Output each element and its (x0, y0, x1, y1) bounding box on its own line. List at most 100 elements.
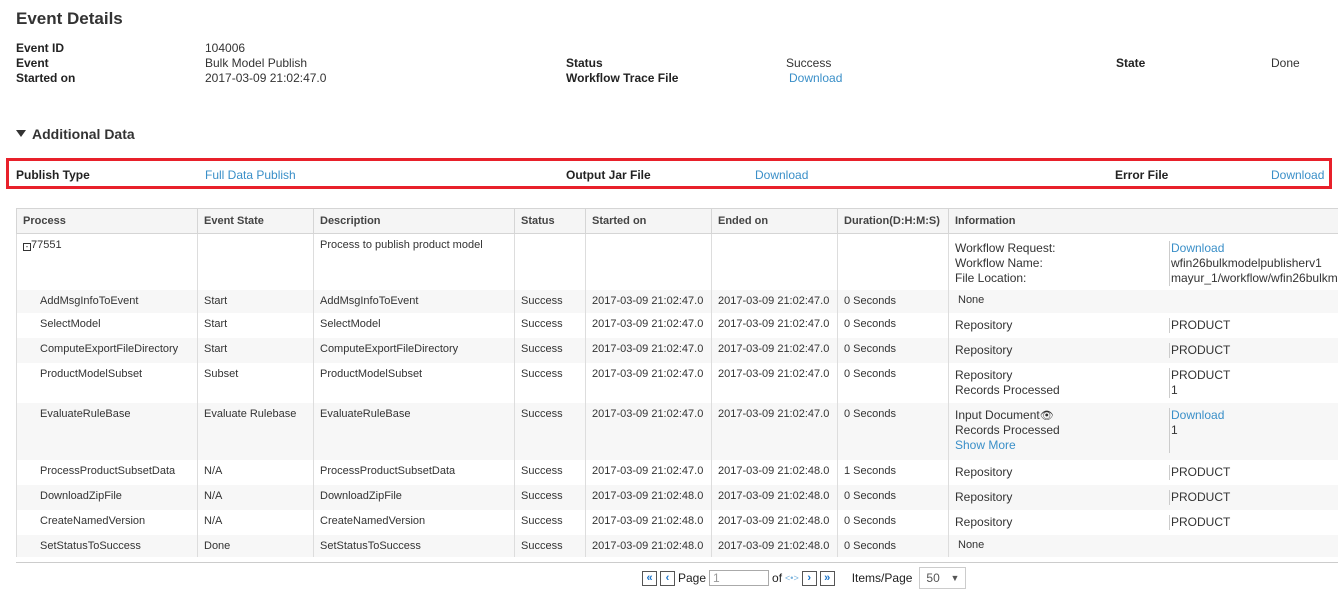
collapse-minus-icon[interactable]: - (23, 243, 31, 251)
info-value: 1 (1171, 382, 1178, 397)
info-download-link[interactable]: Download (1171, 241, 1338, 256)
ended-on: 2017-03-09 21:02:47.0 (711, 402, 838, 460)
process-name: ProductModelSubset (16, 362, 198, 403)
info-value: PRODUCT (1171, 464, 1231, 479)
info-key: Input Document (955, 407, 1040, 422)
table-row[interactable]: DownloadZipFile N/A DownloadZipFile Succ… (16, 484, 1338, 510)
table-bottom-border (16, 562, 1338, 563)
trace-download-link[interactable]: Download (789, 71, 842, 85)
started-on: 2017-03-09 21:02:47.0 (585, 312, 712, 338)
process-name: CreateNamedVersion (16, 509, 198, 535)
event-state: N/A (197, 484, 314, 510)
info-none: None (958, 293, 985, 306)
additional-data-toggle[interactable]: Additional Data (16, 126, 135, 142)
table-row-parent: -77551 Process to publish product model … (16, 233, 1338, 290)
column-header: Started on (585, 208, 712, 234)
column-header: Description (313, 208, 515, 234)
collapse-triangle-icon (16, 130, 26, 137)
started-on: 2017-03-09 21:02:47.0 (585, 337, 712, 363)
process-name: AddMsgInfoToEvent (16, 289, 198, 313)
column-header: Ended on (711, 208, 838, 234)
items-per-page-value: 50 (926, 571, 940, 585)
page-label: Page (678, 571, 707, 585)
items-per-page-label: Items/Page (851, 571, 913, 585)
state-value: Done (1271, 56, 1300, 70)
table-row[interactable]: SelectModel Start SelectModel Success 20… (16, 312, 1338, 338)
event-state: Subset (197, 362, 314, 403)
description: CreateNamedVersion (313, 509, 515, 535)
info-value: PRODUCT (1171, 489, 1231, 504)
info-value: PRODUCT (1171, 514, 1231, 529)
show-more-link[interactable]: Show More (955, 438, 1169, 453)
state-label: State (1116, 56, 1146, 70)
info-key: Repository (955, 367, 1013, 382)
status: Success (514, 402, 586, 460)
duration: 0 Seconds (837, 337, 949, 363)
duration: 0 Seconds (837, 484, 949, 510)
jar-download-link[interactable]: Download (755, 168, 808, 182)
description: EvaluateRuleBase (313, 402, 515, 460)
started-on: 2017-03-09 21:02:47.0 (585, 402, 712, 460)
first-page-button[interactable]: « (642, 570, 657, 586)
status: Success (514, 459, 586, 485)
process-table: Process Event State Description Status Start… (16, 208, 1338, 557)
event-state: Evaluate Rulebase (197, 402, 314, 460)
prev-page-button[interactable]: ‹ (660, 570, 675, 586)
status: Success (514, 362, 586, 403)
started-on: 2017-03-09 21:02:47.0 (585, 459, 712, 485)
started-on: 2017-03-09 21:02:48.0 (585, 509, 712, 535)
info-key: Repository (955, 514, 1013, 529)
info-key: File Location: (955, 271, 1027, 285)
duration: 0 Seconds (837, 534, 949, 557)
table-row[interactable]: AddMsgInfoToEvent Start AddMsgInfoToEven… (16, 289, 1338, 313)
table-row[interactable]: EvaluateRuleBase Evaluate Rulebase Evalu… (16, 402, 1338, 460)
table-row[interactable]: ComputeExportFileDirectory Start Compute… (16, 337, 1338, 363)
info-value: PRODUCT (1171, 317, 1231, 332)
process-id: 77551 (31, 239, 62, 251)
eye-icon[interactable]: 👁 (1040, 410, 1054, 422)
process-name: SelectModel (16, 312, 198, 338)
table-row[interactable]: SetStatusToSuccess Done SetStatusToSucce… (16, 534, 1338, 557)
description: SelectModel (313, 312, 515, 338)
info-value: PRODUCT (1171, 342, 1231, 357)
items-per-page-select[interactable]: 50 ▼ (919, 567, 967, 589)
info-key: Records Processed (955, 422, 1060, 437)
event-state: Start (197, 289, 314, 313)
next-page-button[interactable]: › (801, 570, 817, 586)
duration: 0 Seconds (837, 509, 949, 535)
info-none: None (958, 538, 985, 551)
table-row[interactable]: CreateNamedVersion N/A CreateNamedVersio… (16, 509, 1338, 535)
dropdown-arrow-icon: ▼ (950, 573, 960, 583)
event-state: Done (197, 534, 314, 557)
publish-type-link[interactable]: Full Data Publish (205, 168, 296, 182)
column-header: Process (16, 208, 198, 234)
info-key: Workflow Request: (955, 241, 1056, 255)
column-header: Information (948, 208, 1338, 234)
description: AddMsgInfoToEvent (313, 289, 515, 313)
event-value: Bulk Model Publish (205, 56, 308, 70)
info-key: Repository (955, 489, 1013, 504)
info-value: PRODUCT (1171, 367, 1231, 382)
ended-on: 2017-03-09 21:02:48.0 (711, 509, 838, 535)
table-row[interactable]: ProcessProductSubsetData N/A ProcessProd… (16, 459, 1338, 485)
status: Success (514, 484, 586, 510)
total-pages: <•> (785, 573, 799, 583)
last-page-button[interactable]: » (819, 570, 835, 586)
process-name: DownloadZipFile (16, 484, 198, 510)
error-download-link[interactable]: Download (1271, 168, 1324, 182)
info-key: Repository (955, 317, 1013, 332)
info-key: Repository (955, 342, 1013, 357)
process-name: EvaluateRuleBase (16, 402, 198, 460)
column-header: Event State (197, 208, 314, 234)
status-value: Success (786, 56, 832, 70)
info-download-link[interactable]: Download (1171, 408, 1224, 423)
info-key: Workflow Name: (955, 256, 1043, 270)
ended-on: 2017-03-09 21:02:47.0 (711, 289, 838, 313)
started-value: 2017-03-09 21:02:47.0 (205, 71, 327, 85)
pagination: « ‹ Page of <•> › » Items/Page 50 ▼ (642, 567, 967, 589)
table-row[interactable]: ProductModelSubset Subset ProductModelSu… (16, 362, 1338, 403)
page-input[interactable] (709, 570, 770, 586)
status-label: Status (566, 56, 603, 70)
process-name: ComputeExportFileDirectory (16, 337, 198, 363)
ended-on: 2017-03-09 21:02:47.0 (711, 312, 838, 338)
